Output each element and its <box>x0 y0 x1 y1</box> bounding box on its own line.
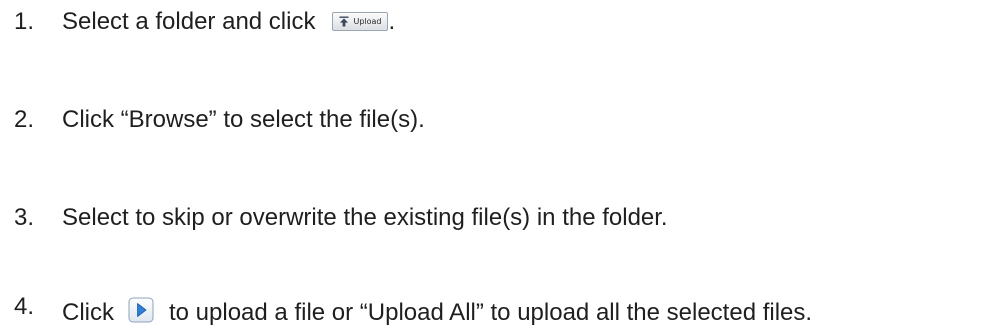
upload-button-label: Upload <box>353 16 382 26</box>
step-number: 4. <box>14 293 35 320</box>
step-4: 4. Click to upload a file or “Upload All… <box>14 293 813 328</box>
step-1: 1. Select a folder and click Upload . <box>14 7 395 37</box>
step-2: 2. Click “Browse” to select the file(s). <box>14 105 425 135</box>
step-text-end: to upload a file or “Upload All” to uplo… <box>169 299 813 326</box>
upload-arrow-icon <box>339 16 349 26</box>
instruction-steps: 1. Select a folder and click Upload . 2.… <box>14 0 1004 336</box>
step-number: 2. <box>14 106 35 133</box>
step-3: 3. Select to skip or overwrite the exist… <box>14 203 668 233</box>
step-text: Click “Browse” to select the file(s). <box>62 106 425 133</box>
step-number: 1. <box>14 8 35 35</box>
upload-button: Upload <box>332 11 388 31</box>
step-text: Select a folder and click <box>62 8 316 35</box>
step-text: Select to skip or overwrite the existing… <box>62 204 668 231</box>
step-number: 3. <box>14 204 35 231</box>
play-upload-icon <box>128 297 154 323</box>
step-text-end: . <box>388 8 396 35</box>
step-text: Click <box>62 299 114 326</box>
